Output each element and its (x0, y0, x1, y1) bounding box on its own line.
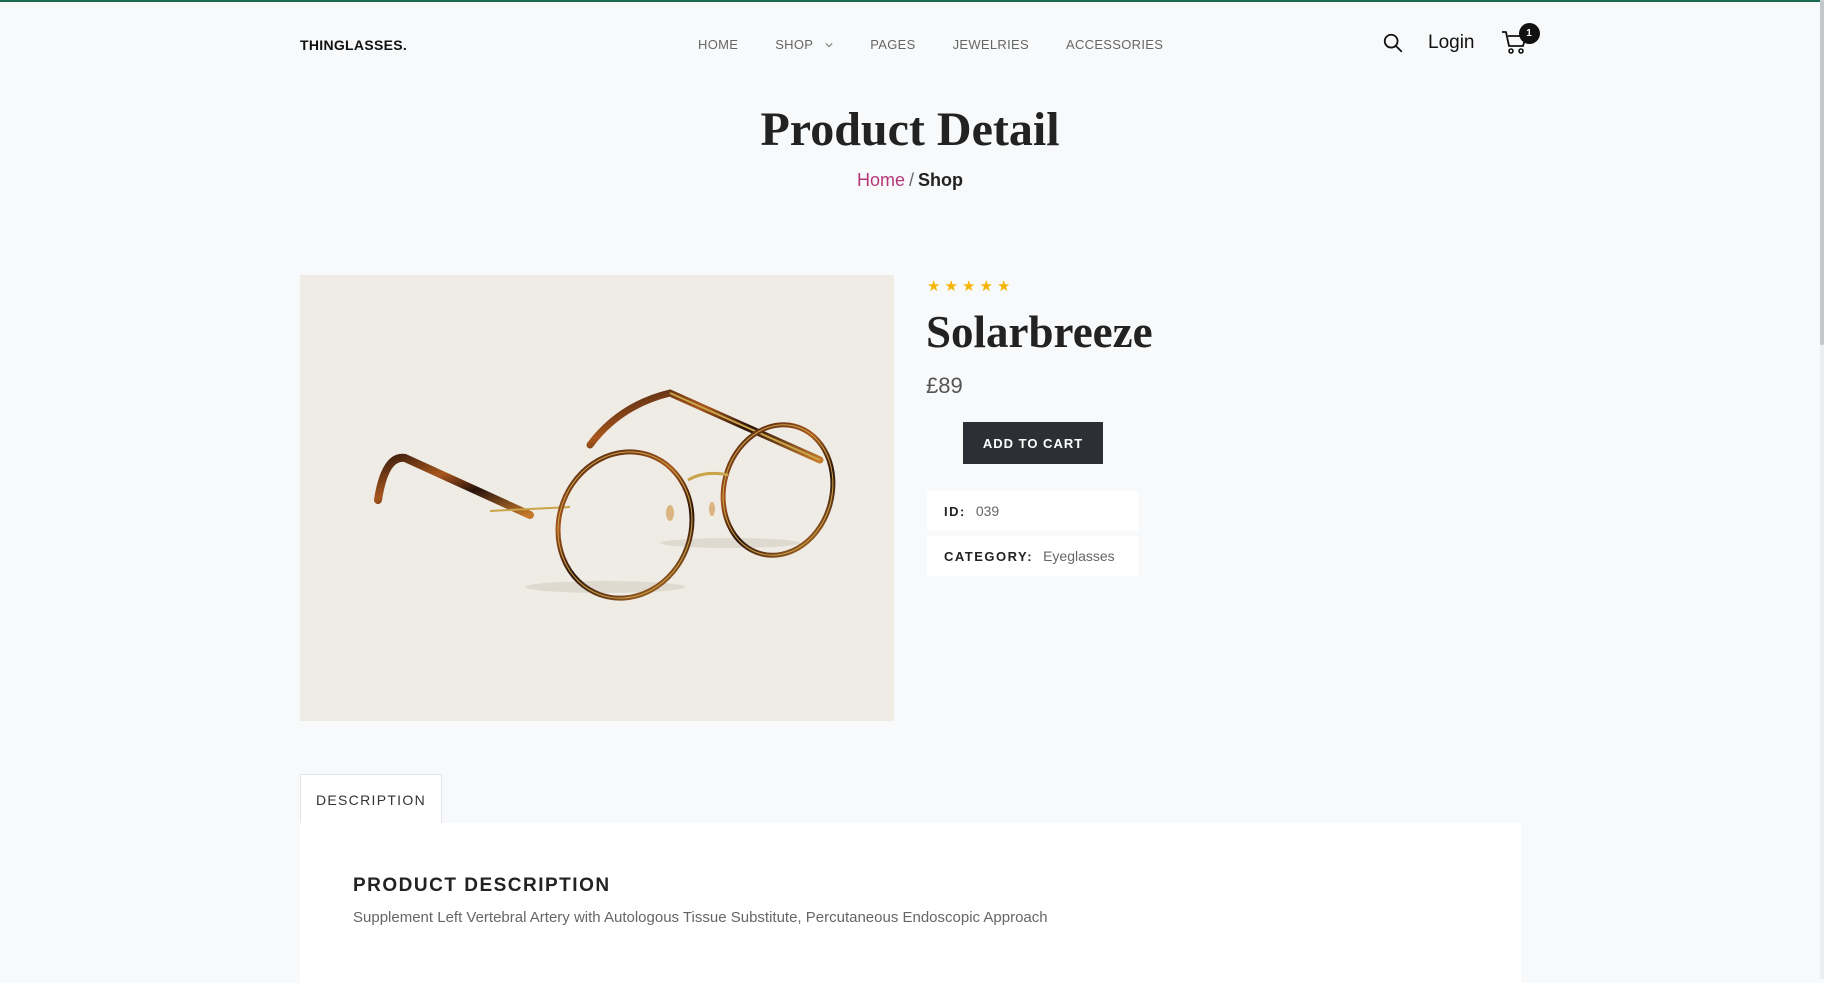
product-image (300, 275, 894, 721)
header-actions: Login 1 (1382, 23, 1540, 57)
product-id-value: 039 (975, 503, 1000, 519)
breadcrumb: Home / Shop (0, 170, 1820, 191)
page-title: Product Detail (760, 103, 1060, 156)
chevron-down-icon (825, 42, 833, 47)
product-id-label: ID: (944, 503, 966, 519)
product-category-label: CATEGORY: (944, 548, 1034, 564)
star-icon: ★ (997, 278, 1011, 295)
star-icon: ★ (962, 278, 976, 295)
nav-label: SHOP (775, 37, 814, 52)
cart-count-badge: 1 (1518, 23, 1540, 44)
tab-description[interactable]: DESCRIPTION (300, 774, 442, 824)
nav-item-shop[interactable]: SHOP (775, 37, 833, 52)
description-title: PRODUCT DESCRIPTION (353, 875, 611, 896)
nav-label: PAGES (870, 37, 916, 52)
scrollbar-thumb[interactable] (1820, 0, 1824, 345)
description-panel: PRODUCT DESCRIPTION Supplement Left Vert… (300, 823, 1521, 983)
product-id-row: ID: 039 (927, 491, 1138, 531)
add-to-cart-button[interactable]: ADD TO CART (963, 422, 1103, 464)
breadcrumb-home-link[interactable]: Home (857, 170, 905, 190)
breadcrumb-current: Shop (918, 170, 964, 190)
nav-item-jewelries[interactable]: JEWELRIES (953, 37, 1029, 52)
product-category-row: CATEGORY: Eyeglasses (927, 536, 1138, 576)
site-logo[interactable]: THINGLASSES. (300, 37, 407, 53)
star-icon: ★ (927, 278, 941, 295)
product-price: £89 (926, 373, 963, 398)
star-icon: ★ (944, 278, 958, 295)
product-category-link[interactable]: Eyeglasses (1043, 548, 1115, 564)
nav-item-accessories[interactable]: ACCESSORIES (1066, 37, 1163, 52)
cart-button[interactable]: 1 (1501, 23, 1540, 57)
description-text: Supplement Left Vertebral Artery with Au… (353, 909, 1048, 926)
main-nav: HOME SHOP PAGES JEWELRIES ACCESSORIES (698, 37, 1200, 52)
rating-stars: ★ ★ ★ ★ ★ (927, 279, 1015, 294)
search-icon[interactable] (1382, 32, 1404, 54)
product-name: Solarbreeze (926, 307, 1153, 357)
nav-label: ACCESSORIES (1065, 37, 1164, 52)
site-header: THINGLASSES. HOME SHOP PAGES JEWELRIES A… (0, 2, 1820, 86)
login-link[interactable]: Login (1428, 32, 1475, 54)
eyeglasses-illustration (374, 389, 836, 601)
nav-item-home[interactable]: HOME (698, 37, 738, 52)
star-icon: ★ (979, 278, 993, 295)
breadcrumb-separator: / (909, 170, 915, 190)
nav-label: HOME (698, 37, 739, 52)
nav-label: JEWELRIES (952, 37, 1029, 52)
nav-item-pages[interactable]: PAGES (870, 37, 915, 52)
